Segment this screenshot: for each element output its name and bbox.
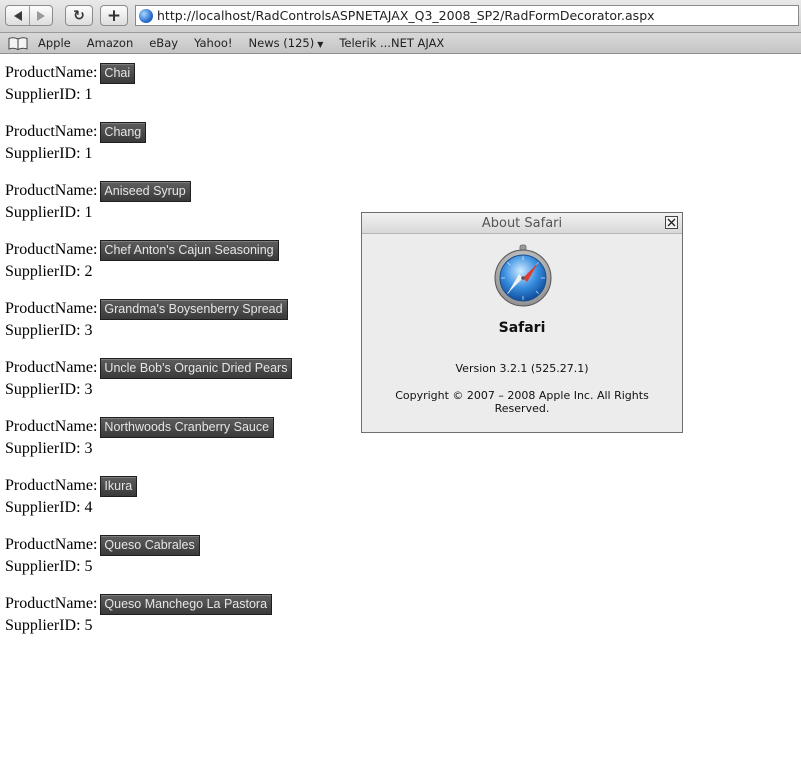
- product-record: ProductName: Chai SupplierID: 1: [5, 62, 292, 121]
- product-record: ProductName: Grandma's Boysenberry Spread…: [5, 298, 292, 357]
- forward-button[interactable]: [29, 6, 52, 25]
- supplier-id-value: 1: [84, 85, 93, 103]
- supplier-id-label: SupplierID:: [5, 498, 81, 516]
- product-name-button[interactable]: Grandma's Boysenberry Spread: [100, 298, 288, 320]
- bookmark-telerik[interactable]: Telerik ...NET AJAX: [339, 36, 444, 50]
- supplier-id-label: SupplierID:: [5, 262, 81, 280]
- supplier-id-value: 3: [84, 439, 93, 457]
- browser-toolbar: ↻ + http://localhost/RadControlsASPNETAJ…: [0, 0, 801, 33]
- product-record: ProductName: Chang SupplierID: 1: [5, 121, 292, 180]
- dialog-title-bar[interactable]: About Safari: [362, 213, 682, 234]
- product-name-button[interactable]: Chef Anton's Cajun Seasoning: [100, 239, 279, 261]
- product-name-label: ProductName:: [5, 359, 98, 376]
- bookmark-yahoo[interactable]: Yahoo!: [194, 36, 232, 50]
- product-name-button[interactable]: Chang: [100, 121, 147, 143]
- globe-icon: [139, 8, 153, 23]
- back-forward-control: [5, 5, 53, 26]
- bookmark-ebay[interactable]: eBay: [149, 36, 178, 50]
- product-record: ProductName: Ikura SupplierID: 4: [5, 475, 292, 534]
- supplier-id-value: 5: [84, 616, 93, 634]
- product-name-button[interactable]: Uncle Bob's Organic Dried Pears: [100, 357, 293, 379]
- product-record: ProductName: Northwoods Cranberry Sauce S…: [5, 416, 292, 475]
- close-icon: [667, 218, 676, 227]
- supplier-id-value: 4: [84, 498, 93, 516]
- supplier-id-label: SupplierID:: [5, 85, 81, 103]
- bookmark-apple[interactable]: Apple: [38, 36, 71, 50]
- product-name-label: ProductName:: [5, 477, 98, 494]
- add-bookmark-button[interactable]: +: [100, 5, 128, 26]
- bookmark-news-menu[interactable]: News (125) ▼: [249, 36, 324, 50]
- version-text: Version 3.2.1 (525.27.1): [455, 362, 589, 375]
- bookmarks-bar: Apple Amazon eBay Yahoo! News (125) ▼ Tel…: [0, 33, 801, 54]
- plus-icon: +: [106, 5, 122, 26]
- product-name-label: ProductName:: [5, 536, 98, 553]
- app-name: Safari: [498, 320, 546, 336]
- supplier-id-value: 1: [84, 144, 93, 162]
- supplier-id-value: 2: [84, 262, 93, 280]
- back-button[interactable]: [6, 6, 29, 25]
- supplier-id-label: SupplierID:: [5, 321, 81, 339]
- open-book-icon[interactable]: [8, 36, 28, 50]
- product-name-label: ProductName:: [5, 64, 98, 81]
- supplier-id-label: SupplierID:: [5, 616, 81, 634]
- supplier-id-value: 3: [84, 321, 93, 339]
- supplier-id-value: 5: [84, 557, 93, 575]
- safari-compass-icon: [494, 244, 552, 312]
- product-record: ProductName: Uncle Bob's Organic Dried Pe…: [5, 357, 293, 416]
- copyright-text: Copyright © 2007 – 2008 Apple Inc. All R…: [395, 389, 649, 415]
- product-record: ProductName: Chef Anton's Cajun Seasoning…: [5, 239, 292, 298]
- url-text: http://localhost/RadControlsASPNETAJAX_Q…: [157, 8, 655, 23]
- supplier-id-value: 3: [84, 380, 93, 398]
- bookmark-news-label: News (125): [248, 36, 315, 50]
- product-record: ProductName: Queso Manchego La Pastora Su…: [5, 593, 292, 652]
- product-name-label: ProductName:: [5, 418, 98, 435]
- bookmark-amazon[interactable]: Amazon: [87, 36, 133, 50]
- product-name-label: ProductName:: [5, 182, 98, 199]
- close-button[interactable]: [665, 216, 678, 229]
- product-record: ProductName: Queso Cabrales SupplierID: 5: [5, 534, 292, 593]
- forward-arrow-icon: [37, 10, 45, 21]
- product-name-button[interactable]: Queso Manchego La Pastora: [100, 593, 273, 615]
- about-dialog: About Safari Safari Version 3.2.1 (525.2…: [361, 212, 683, 433]
- dialog-title: About Safari: [481, 216, 563, 231]
- supplier-id-label: SupplierID:: [5, 203, 81, 221]
- product-name-button[interactable]: Chai: [100, 62, 136, 84]
- product-name-label: ProductName:: [5, 123, 98, 140]
- reload-button[interactable]: ↻: [65, 5, 93, 26]
- product-list: ProductName: Chai SupplierID: 1 ProductNa…: [5, 62, 293, 652]
- product-record: ProductName: Aniseed Syrup SupplierID: 1: [5, 180, 292, 239]
- product-name-label: ProductName:: [5, 595, 98, 612]
- product-name-button[interactable]: Northwoods Cranberry Sauce: [100, 416, 275, 438]
- back-arrow-icon: [13, 10, 22, 21]
- dropdown-arrow-icon: ▼: [317, 40, 324, 49]
- product-name-button[interactable]: Ikura: [100, 475, 138, 497]
- supplier-id-value: 1: [84, 203, 93, 221]
- address-bar[interactable]: http://localhost/RadControlsASPNETAJAX_Q…: [135, 5, 799, 26]
- reload-icon: ↻: [73, 7, 85, 24]
- supplier-id-label: SupplierID:: [5, 439, 81, 457]
- supplier-id-label: SupplierID:: [5, 380, 81, 398]
- product-name-button[interactable]: Queso Cabrales: [100, 534, 200, 556]
- product-name-label: ProductName:: [5, 241, 98, 258]
- product-name-label: ProductName:: [5, 300, 98, 317]
- supplier-id-label: SupplierID:: [5, 557, 81, 575]
- product-name-button[interactable]: Aniseed Syrup: [100, 180, 191, 202]
- supplier-id-label: SupplierID:: [5, 144, 81, 162]
